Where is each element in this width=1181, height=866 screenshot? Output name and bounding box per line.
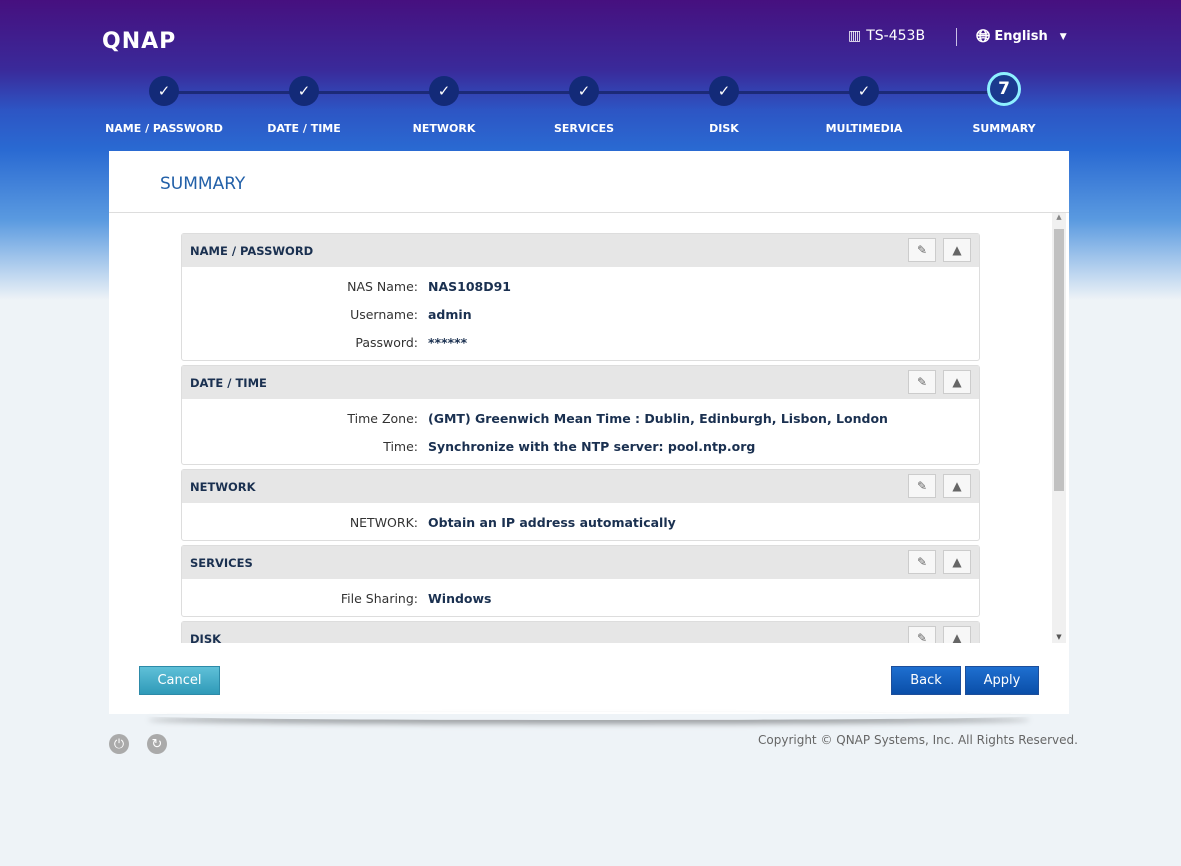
collapse-chevron-up-icon[interactable]: ▲ [943,370,971,394]
step-label: SERVICES [553,122,615,135]
scrollbar[interactable]: ▲ ▼ [1052,213,1066,643]
step-label: MULTIMEDIA [825,122,903,135]
row-label: NETWORK: [349,514,418,530]
step-number: 7 [987,72,1021,106]
wizard-step-services[interactable]: ✓ SERVICES [514,76,654,135]
row-value: ****** [428,334,468,350]
model-indicator: ▥ TS-453B [848,28,926,44]
summary-row: Username: admin [182,300,979,328]
section-title: SERVICES [190,555,253,570]
row-label: Time Zone: [347,410,418,426]
section-header: NETWORK ✎ ▲ [182,470,979,503]
summary-row: Time Zone: (GMT) Greenwich Mean Time : Du… [182,404,979,432]
checkmark-icon: ✓ [569,76,599,106]
edit-pencil-icon[interactable]: ✎ [908,626,936,643]
summary-row: NETWORK: Obtain an IP address automatical… [182,508,979,536]
section-header: DATE / TIME ✎ ▲ [182,366,979,399]
step-label: NETWORK [412,122,476,135]
row-label: Username: [350,306,418,322]
wizard-step-disk[interactable]: ✓ DISK [654,76,794,135]
header-divider [956,28,957,46]
edit-pencil-icon[interactable]: ✎ [908,238,936,262]
row-value: Windows [428,590,492,606]
edit-pencil-icon[interactable]: ✎ [908,474,936,498]
row-value: Obtain an IP address automatically [428,514,676,530]
cancel-button[interactable]: Cancel [139,666,220,695]
row-label: NAS Name: [347,278,418,294]
summary-panel: SUMMARY NAME / PASSWORD ✎ ▲ NAS Name: NAS108… [109,151,1069,714]
panel-shadow [148,712,1030,720]
language-selector[interactable]: 🌐︎ English ▼ [976,26,1067,47]
collapse-chevron-up-icon[interactable]: ▲ [943,550,971,574]
summary-section: DATE / TIME ✎ ▲ Time Zone: (GMT) Greenwich M… [181,365,980,465]
summary-row: NAS Name: NAS108D91 [182,272,979,300]
step-label: NAME / PASSWORD [105,122,223,135]
apply-button[interactable]: Apply [965,666,1039,695]
collapse-chevron-up-icon[interactable]: ▲ [943,238,971,262]
section-title: NAME / PASSWORD [190,243,314,258]
power-icon[interactable]: ⏻ [109,734,129,754]
section-title: NETWORK [190,479,256,494]
summary-section: SERVICES ✎ ▲ File Sharing: Windows [181,545,980,617]
globe-icon: 🌐︎ [976,26,991,47]
wizard-step-summary[interactable]: 7 SUMMARY [934,72,1074,135]
row-value: (GMT) Greenwich Mean Time : Dublin, Edin… [428,410,888,426]
summary-section: NAME / PASSWORD ✎ ▲ NAS Name: NAS108D91 Usern… [181,233,980,361]
page-title: SUMMARY [160,174,246,194]
qnap-logo: QNAP [102,29,177,54]
checkmark-icon: ✓ [149,76,179,106]
checkmark-icon: ✓ [709,76,739,106]
scrollbar-thumb[interactable] [1054,229,1064,491]
section-title: DISK [190,631,222,644]
section-header: SERVICES ✎ ▲ [182,546,979,579]
step-label: SUMMARY [972,122,1036,135]
summary-scroll-area[interactable]: NAME / PASSWORD ✎ ▲ NAS Name: NAS108D91 Usern… [109,213,1069,643]
edit-pencil-icon[interactable]: ✎ [908,370,936,394]
checkmark-icon: ✓ [289,76,319,106]
section-title: DATE / TIME [190,375,267,390]
wizard-step-date-time[interactable]: ✓ DATE / TIME [234,76,374,135]
summary-row: Time: Synchronize with the NTP server: po… [182,432,979,460]
summary-section: NETWORK ✎ ▲ NETWORK: Obtain an IP address au… [181,469,980,541]
section-header: NAME / PASSWORD ✎ ▲ [182,234,979,267]
step-label: DISK [709,122,739,135]
wizard-step-multimedia[interactable]: ✓ MULTIMEDIA [794,76,934,135]
row-label: Password: [355,334,418,350]
row-value: NAS108D91 [428,278,512,294]
checkmark-icon: ✓ [429,76,459,106]
checkmark-icon: ✓ [849,76,879,106]
summary-row: File Sharing: Windows [182,584,979,612]
row-label: File Sharing: [340,590,418,606]
nas-device-icon: ▥ [848,28,862,44]
copyright: Copyright © QNAP Systems, Inc. All Right… [758,733,1078,747]
summary-section: DISK ✎ ▲ [181,621,980,643]
collapse-chevron-up-icon[interactable]: ▲ [943,474,971,498]
chevron-down-icon: ▼ [1059,31,1067,42]
row-value: Synchronize with the NTP server: pool.nt… [428,438,756,454]
row-value: admin [428,306,472,322]
edit-pencil-icon[interactable]: ✎ [908,550,936,574]
section-header: DISK ✎ ▲ [182,622,979,643]
summary-row: Password: ****** [182,328,979,356]
step-label: DATE / TIME [267,122,341,135]
collapse-chevron-up-icon[interactable]: ▲ [943,626,971,643]
restart-icon[interactable]: ↻ [147,734,167,754]
row-label: Time: [383,438,418,454]
back-button[interactable]: Back [891,666,961,695]
wizard-step-name-password[interactable]: ✓ NAME / PASSWORD [94,76,234,135]
wizard-step-network[interactable]: ✓ NETWORK [374,76,514,135]
